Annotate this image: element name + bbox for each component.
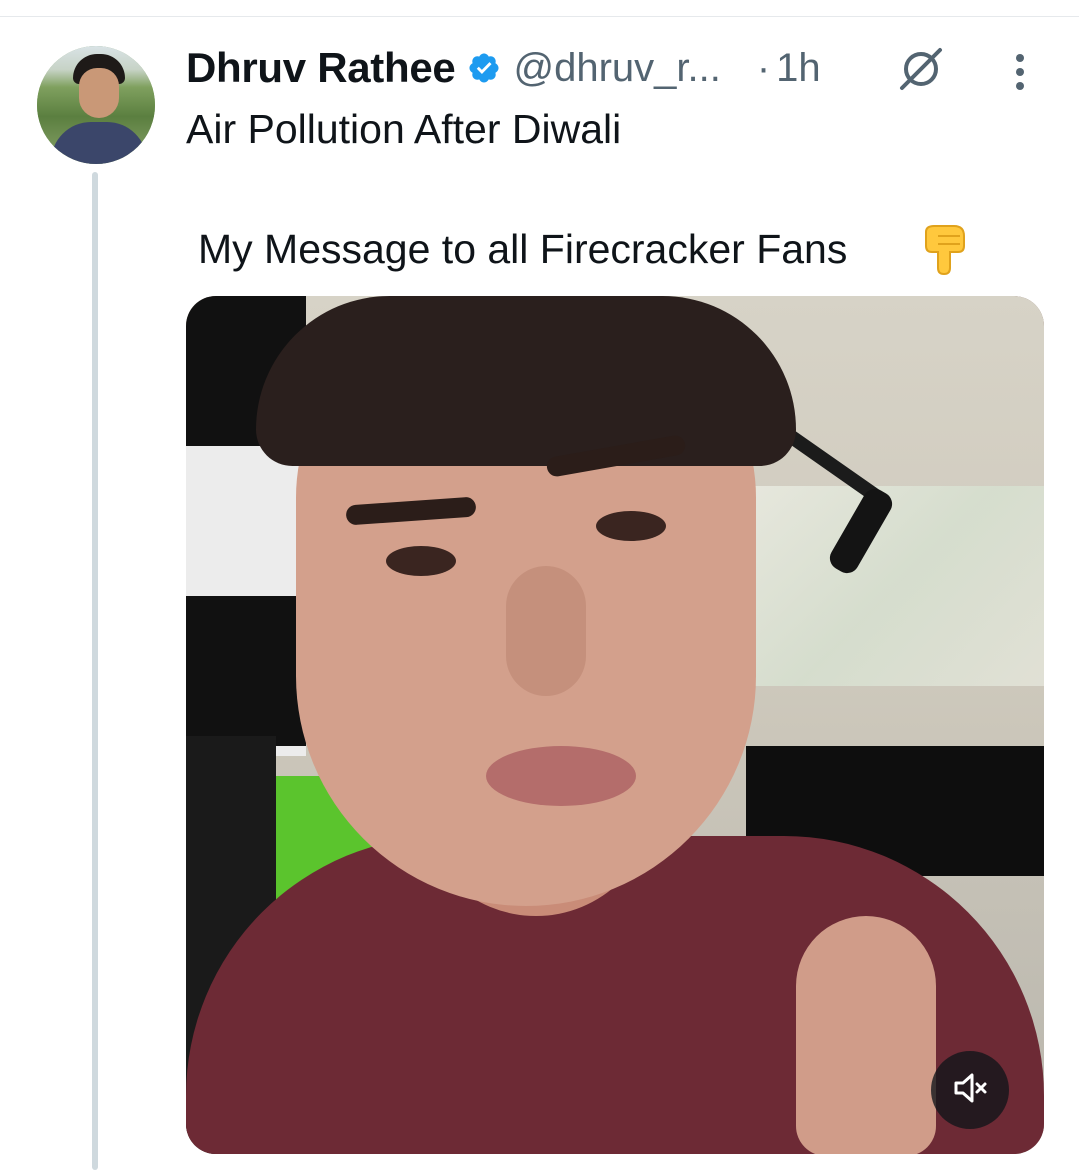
thread-line (92, 172, 98, 1170)
tweet-text-line-2: My Message to all Firecracker Fans (198, 226, 848, 272)
grok-icon[interactable] (896, 44, 946, 94)
tweet-text-line-1: Air Pollution After Diwali (186, 106, 622, 152)
verified-badge-icon[interactable] (467, 51, 501, 85)
tweet-header: Dhruv Rathee @dhruv_r... · 1h (186, 40, 821, 96)
more-options-icon[interactable] (1006, 50, 1034, 94)
top-divider (0, 16, 1079, 17)
timestamp[interactable]: 1h (776, 46, 821, 91)
backhand-index-pointing-down-icon (920, 222, 970, 276)
mute-button[interactable] (931, 1051, 1009, 1129)
volume-muted-icon (950, 1068, 990, 1113)
avatar[interactable] (37, 46, 155, 164)
dot-separator: · (756, 45, 771, 90)
video-player[interactable] (186, 296, 1044, 1154)
display-name[interactable]: Dhruv Rathee (186, 44, 456, 92)
handle[interactable]: @dhruv_r... (513, 46, 720, 91)
